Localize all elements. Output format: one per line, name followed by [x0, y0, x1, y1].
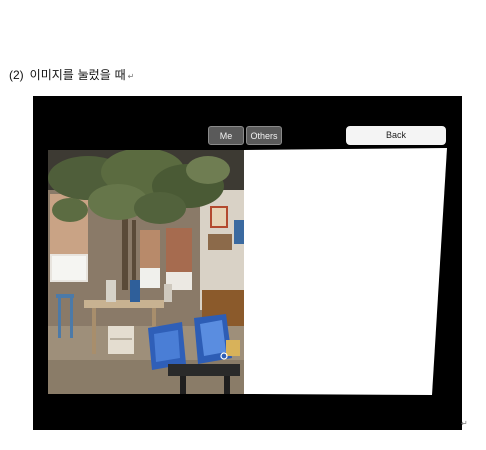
caption-text: 이미지를 눌렀을 때	[29, 68, 126, 82]
figure-caption: (2) 이미지를 눌렀을 때 ↵	[9, 66, 134, 83]
back-button[interactable]: Back	[346, 126, 446, 145]
paragraph-mark: ↵	[127, 72, 135, 81]
cafe-photo[interactable]	[48, 150, 245, 394]
me-button[interactable]: Me	[208, 126, 244, 145]
others-button[interactable]: Others	[246, 126, 282, 145]
result-panel	[244, 148, 447, 395]
caption-number: (2)	[9, 68, 24, 82]
paragraph-mark-end: ↵	[461, 419, 468, 428]
app-screenshot: Me Others Back	[33, 96, 462, 430]
